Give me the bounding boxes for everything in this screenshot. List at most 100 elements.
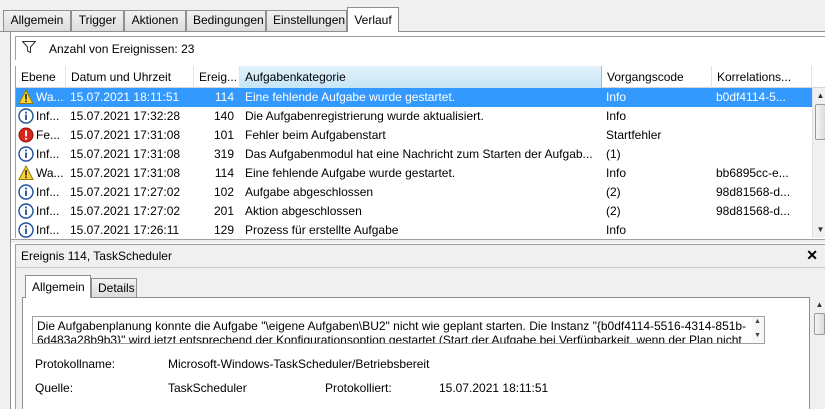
tab-details-allgemein[interactable]: Allgemein (25, 275, 91, 298)
tab-verlauf[interactable]: Verlauf (347, 7, 399, 32)
scrollbar-thumb[interactable] (814, 313, 825, 335)
scroll-down-icon[interactable]: ▼ (815, 224, 825, 235)
scroll-up-icon[interactable]: ▲ (814, 299, 825, 310)
category-cell: Prozess für erstellte Aufgabe (245, 223, 399, 237)
category-cell: Die Aufgabenregistrierung wurde aktualis… (245, 109, 484, 123)
event-details-title: Ereignis 114, TaskScheduler (21, 249, 172, 263)
warning-icon (18, 165, 34, 180)
details-scrollbar[interactable]: ▲ (812, 297, 825, 409)
datetime-cell: 15.07.2021 17:32:28 (70, 109, 181, 123)
correlation-cell (716, 126, 812, 145)
source-value: TaskScheduler (168, 381, 247, 395)
level-cell: Inf... (18, 202, 73, 221)
datetime-cell: 15.07.2021 17:27:02 (70, 204, 181, 218)
event-list-header: Ebene Datum und Uhrzeit Ereig... Aufgabe… (16, 66, 825, 88)
datetime-cell: 15.07.2021 17:27:02 (70, 185, 181, 199)
table-row[interactable]: Wa... 15.07.2021 18:11:51 114 Eine fehle… (16, 88, 812, 107)
category-cell: Das Aufgabenmodul hat eine Nachricht zum… (245, 147, 593, 161)
column-header-correlation[interactable]: Korrelations... (712, 66, 812, 88)
datetime-cell: 15.07.2021 17:26:11 (70, 223, 180, 237)
table-row[interactable]: Fe... 15.07.2021 17:31:08 101 Fehler bei… (16, 126, 812, 145)
history-panel: Anzahl von Ereignissen: 23 Ebene Datum u… (10, 32, 825, 409)
log-name-label: Protokollname: (35, 357, 116, 371)
tab-bedingungen[interactable]: Bedingungen (186, 10, 266, 31)
table-row[interactable]: Inf... 15.07.2021 17:26:11 129 Prozess f… (16, 221, 812, 238)
tab-aktionen[interactable]: Aktionen (124, 10, 186, 31)
column-header-category[interactable]: Aufgabenkategorie (240, 66, 602, 88)
opcode-cell: (2) (606, 185, 621, 199)
logged-label: Protokolliert: (325, 381, 392, 395)
column-header-opcode[interactable]: Vorgangscode (602, 66, 712, 88)
correlation-cell: b0df4114-5... (716, 90, 786, 104)
column-header-event-id[interactable]: Ereig... (194, 66, 240, 88)
opcode-cell: Info (606, 90, 627, 104)
filter-bar: Anzahl von Ereignissen: 23 (15, 36, 825, 60)
event-id-cell: 129 (213, 223, 234, 237)
level-cell: Wa... (18, 164, 73, 183)
table-row[interactable]: Inf... 15.07.2021 17:31:08 319 Das Aufga… (16, 145, 812, 164)
pane-splitter[interactable] (11, 239, 825, 243)
category-cell: Eine fehlende Aufgabe wurde gestartet. (245, 166, 456, 180)
opcode-cell: (1) (606, 147, 621, 161)
info-icon (18, 108, 34, 124)
source-label: Quelle: (35, 381, 74, 395)
logged-value: 15.07.2021 18:11:51 (439, 381, 549, 395)
level-cell: Inf... (18, 183, 73, 202)
category-cell: Aufgabe abgeschlossen (245, 185, 374, 199)
info-icon (18, 184, 34, 200)
event-id-cell: 102 (213, 185, 234, 199)
event-id-cell: 201 (213, 204, 234, 218)
event-rows: Wa... 15.07.2021 18:11:51 114 Eine fehle… (16, 88, 812, 238)
correlation-cell: bb6895cc-e... (716, 166, 789, 180)
description-scrollbar[interactable]: ▲ ▼ (752, 317, 764, 343)
filter-icon[interactable] (22, 41, 36, 53)
tab-einstellungen[interactable]: Einstellungen (266, 10, 347, 31)
scroll-up-icon[interactable]: ▲ (815, 90, 825, 101)
warning-icon (18, 89, 34, 104)
category-cell: Aktion abgeschlossen (245, 204, 362, 218)
level-cell: Inf... (18, 221, 73, 238)
level-cell: Fe... (18, 126, 73, 145)
level-cell: Inf... (18, 145, 73, 164)
table-row[interactable]: Inf... 15.07.2021 17:27:02 102 Aufgabe a… (16, 183, 812, 202)
correlation-cell: 98d81568-d... (716, 185, 791, 199)
category-cell: Eine fehlende Aufgabe wurde gestartet. (245, 90, 456, 104)
scroll-down-icon[interactable]: ▼ (754, 332, 761, 339)
error-icon (18, 127, 34, 143)
category-cell: Fehler beim Aufgabenstart (245, 128, 386, 142)
table-row[interactable]: Inf... 15.07.2021 17:32:28 140 Die Aufga… (16, 107, 812, 126)
datetime-cell: 15.07.2021 17:31:08 (70, 166, 181, 180)
tab-details-details[interactable]: Details (91, 278, 137, 297)
event-description: Die Aufgabenplanung konnte die Aufgabe "… (37, 319, 747, 344)
event-id-cell: 319 (213, 147, 234, 161)
tab-strip: Allgemein Trigger Aktionen Bedingungen E… (0, 0, 825, 32)
event-id-cell: 114 (214, 166, 234, 180)
event-list-scrollbar[interactable]: ▲ ▼ (812, 88, 825, 238)
correlation-cell: 98d81568-d... (716, 204, 791, 218)
opcode-cell: Info (606, 223, 627, 237)
datetime-cell: 15.07.2021 17:31:08 (70, 147, 181, 161)
level-cell: Inf... (18, 107, 73, 126)
tab-trigger[interactable]: Trigger (71, 10, 124, 31)
correlation-cell (716, 145, 812, 164)
close-icon[interactable]: ✕ (806, 247, 818, 264)
column-header-level[interactable]: Ebene (16, 66, 66, 88)
table-row[interactable]: Wa... 15.07.2021 17:31:08 114 Eine fehle… (16, 164, 812, 183)
opcode-cell: Info (606, 166, 627, 180)
info-icon (18, 146, 34, 162)
datetime-cell: 15.07.2021 18:11:51 (70, 90, 180, 104)
event-id-cell: 101 (213, 128, 234, 142)
event-description-box[interactable]: Die Aufgabenplanung konnte die Aufgabe "… (32, 316, 765, 344)
table-row[interactable]: Inf... 15.07.2021 17:27:02 201 Aktion ab… (16, 202, 812, 221)
info-icon (18, 222, 34, 238)
event-list: Ebene Datum und Uhrzeit Ereig... Aufgabe… (15, 66, 825, 238)
scrollbar-thumb[interactable] (815, 104, 825, 140)
correlation-cell (716, 107, 812, 126)
column-header-datetime[interactable]: Datum und Uhrzeit (66, 66, 194, 88)
opcode-cell: (2) (606, 204, 621, 218)
tab-allgemein[interactable]: Allgemein (3, 10, 71, 31)
event-id-cell: 140 (213, 109, 234, 123)
details-header-divider (16, 267, 825, 268)
info-icon (18, 203, 34, 219)
scroll-up-icon[interactable]: ▲ (754, 318, 761, 325)
